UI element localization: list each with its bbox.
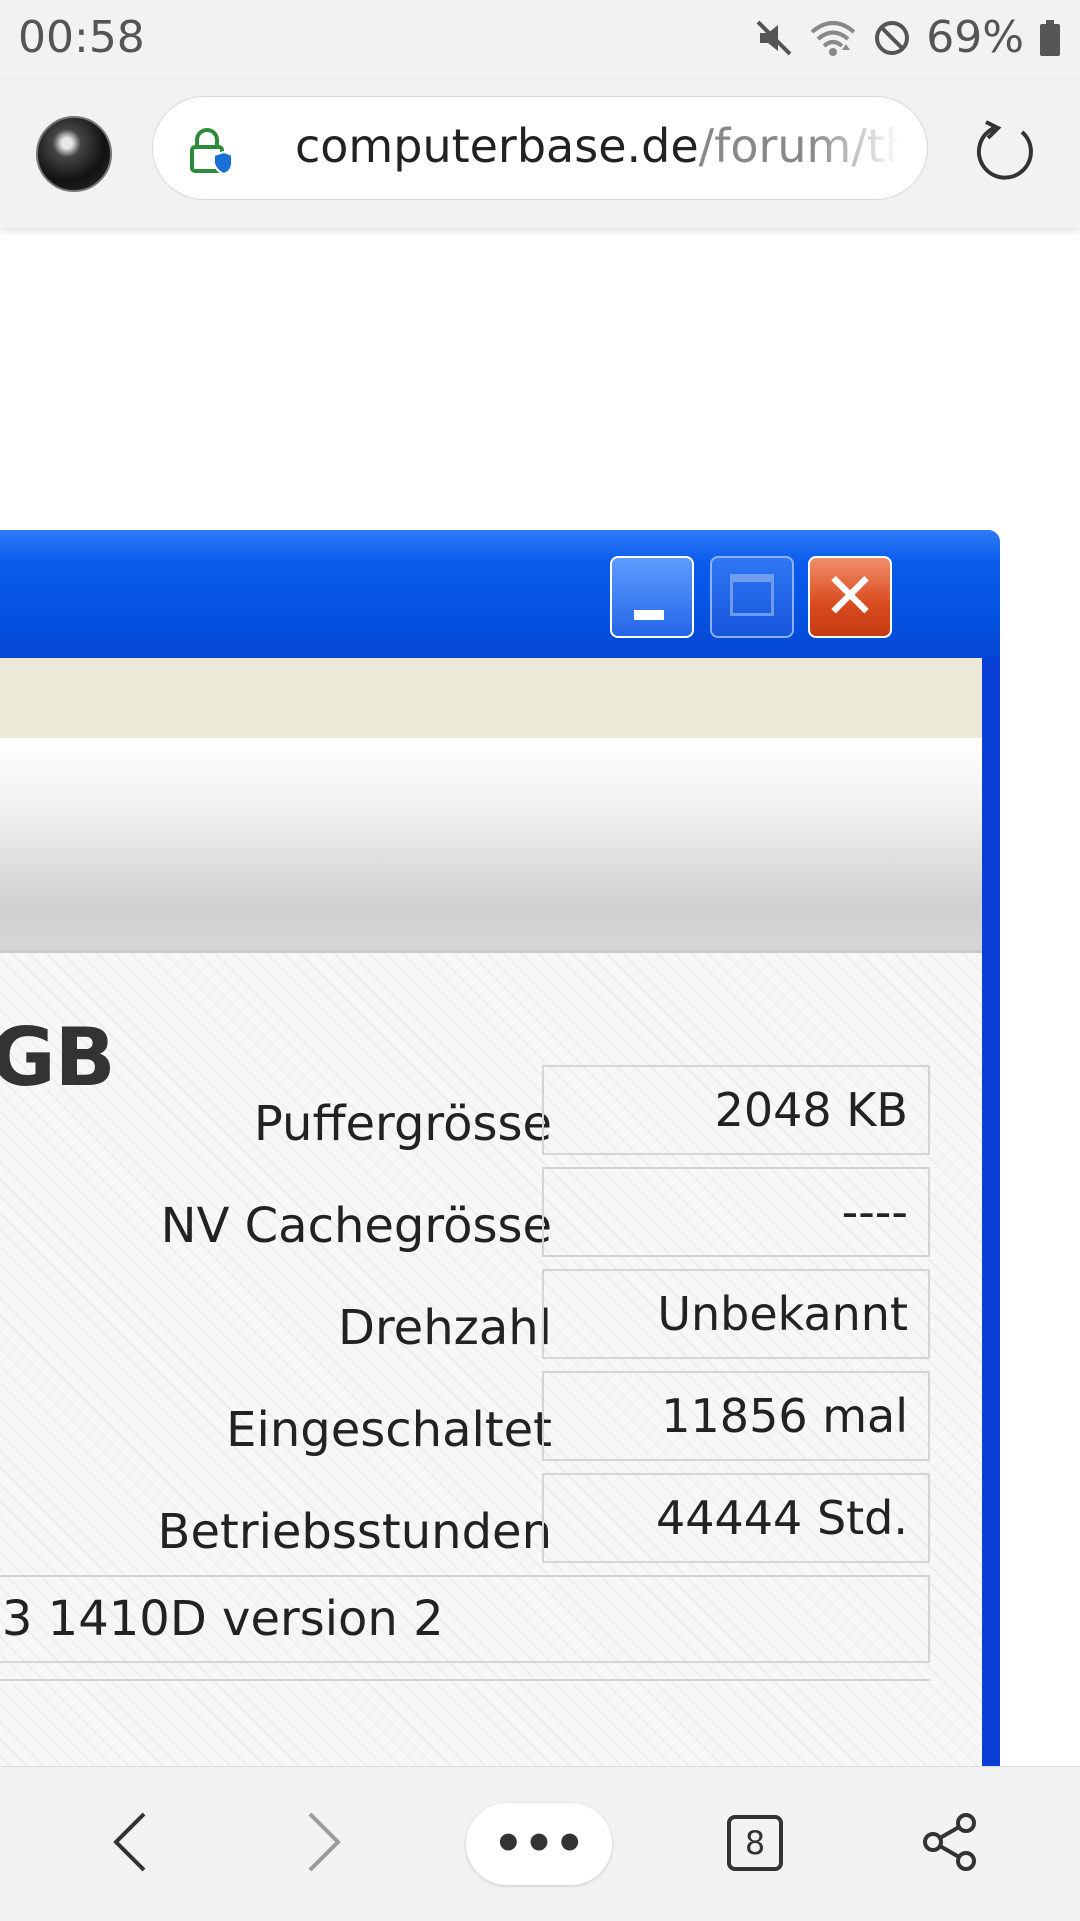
tab-count: 8	[744, 1824, 766, 1862]
label-power-on-count: Eingeschaltet	[226, 1402, 552, 1458]
wifi-icon	[808, 18, 858, 58]
label-rotation-speed: Drehzahl	[338, 1300, 552, 1356]
share-button[interactable]	[910, 1767, 990, 1921]
firmware-text: T13 1410D version 2	[0, 1591, 444, 1647]
firmware-field: T13 1410D version 2	[0, 1575, 930, 1663]
screenshot-xp-window: ✕ GB Puffergrösse 2048 KB NV Cachegrösse…	[0, 530, 1000, 1766]
avatar[interactable]	[36, 116, 112, 192]
minimize-icon	[634, 610, 664, 620]
xp-banner	[0, 738, 982, 953]
value-power-on-hours: 44444 Std.	[542, 1473, 930, 1563]
back-button[interactable]	[90, 1767, 170, 1921]
back-icon	[110, 1810, 150, 1878]
label-power-on-hours: Betriebsstunden	[157, 1504, 552, 1560]
bottom-navigation: ••• 8	[0, 1766, 1080, 1921]
value-buffer-size: 2048 KB	[542, 1065, 930, 1155]
share-icon	[919, 1811, 981, 1877]
url-text[interactable]: computerbase.de/forum/th	[295, 119, 901, 179]
close-icon: ✕	[823, 560, 877, 634]
maximize-button	[710, 556, 794, 638]
battery-icon	[1038, 18, 1062, 58]
forward-icon	[304, 1810, 344, 1878]
secure-lock-icon[interactable]	[187, 127, 233, 179]
reload-icon[interactable]	[974, 118, 1040, 188]
battery-percent: 69%	[926, 12, 1024, 63]
more-icon: •••	[492, 1816, 586, 1872]
status-time: 00:58	[18, 12, 145, 63]
label-buffer-size: Puffergrösse	[253, 1096, 552, 1152]
value-power-on-count: 11856 mal	[542, 1371, 930, 1461]
do-not-disturb-icon	[872, 18, 912, 58]
next-field-row	[0, 1679, 930, 1739]
minimize-button	[610, 556, 694, 638]
web-page-content: ✕ GB Puffergrösse 2048 KB NV Cachegrösse…	[0, 230, 1080, 1766]
tabs-button[interactable]: 8	[727, 1815, 783, 1871]
address-bar[interactable]: computerbase.de/forum/th	[152, 96, 928, 200]
maximize-icon	[730, 574, 774, 616]
browser-toolbar: computerbase.de/forum/th	[0, 80, 1080, 228]
value-rotation-speed: Unbekannt	[542, 1269, 930, 1359]
value-nv-cache-size: ----	[542, 1167, 930, 1257]
status-bar: 00:58 69%	[0, 0, 1080, 80]
xp-menu-bar	[0, 658, 982, 738]
forward-button[interactable]	[284, 1767, 364, 1921]
drive-capacity: GB	[0, 1011, 116, 1104]
mute-icon	[754, 18, 794, 58]
label-nv-cache-size: NV Cachegrösse	[160, 1198, 552, 1254]
xp-title-bar: ✕	[0, 530, 1000, 658]
url-domain: computerbase.de	[295, 119, 699, 173]
more-button[interactable]: •••	[466, 1803, 612, 1885]
drive-info-panel: GB Puffergrösse 2048 KB NV Cachegrösse -…	[0, 953, 982, 1766]
status-icons: 69%	[754, 12, 1062, 63]
close-button: ✕	[808, 556, 892, 638]
url-path: /forum/th	[698, 119, 901, 173]
